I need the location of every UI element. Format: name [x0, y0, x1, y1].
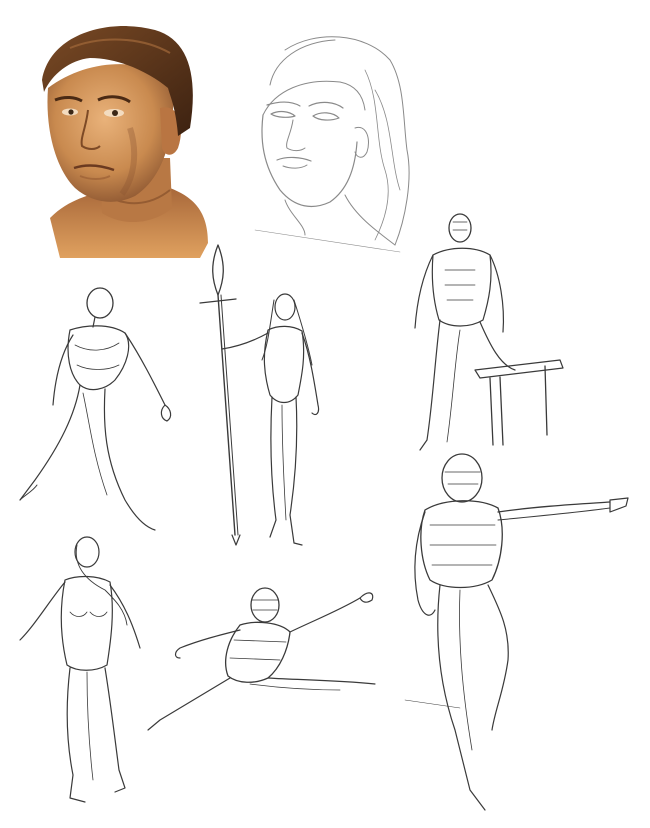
painted-male-head	[30, 18, 220, 263]
pointing-figure	[400, 450, 640, 820]
standing-female-figure	[15, 530, 155, 810]
elf-with-spear	[190, 244, 330, 555]
sketch-sheet	[0, 0, 650, 828]
seated-mannequin-on-bench	[405, 210, 565, 455]
female-head-lineart	[245, 30, 415, 265]
leaping-figure	[140, 580, 385, 745]
striding-figure	[15, 285, 185, 535]
